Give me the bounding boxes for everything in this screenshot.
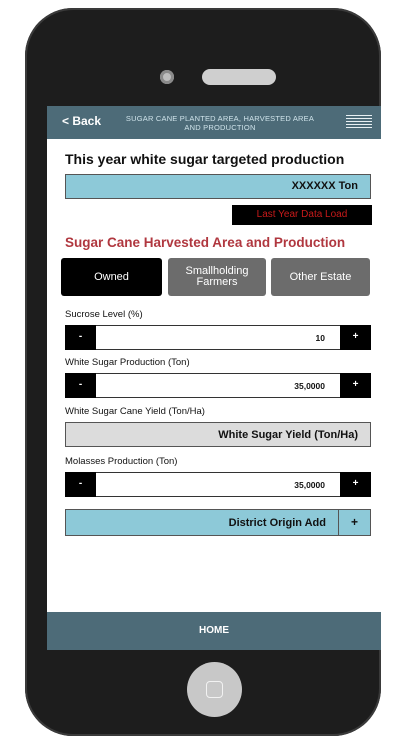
district-origin-add-button[interactable]: + [339, 510, 370, 535]
tab-smallholding-farmers[interactable]: Smallholding Farmers [168, 258, 266, 296]
white-sugar-yield-value: White Sugar Yield (Ton/Ha) [218, 429, 358, 441]
molasses-label: Molasses Production (Ton) [65, 456, 178, 467]
white-sugar-production-label: White Sugar Production (Ton) [65, 357, 190, 368]
white-sugar-production-stepper[interactable]: - 35,0000 + [65, 373, 371, 398]
section-title: Sugar Cane Harvested Area and Production [65, 235, 346, 250]
page-title: SUGAR CANE PLANTED AREA, HARVESTED AREA … [125, 114, 315, 132]
top-bar: < Back SUGAR CANE PLANTED AREA, HARVESTE… [47, 106, 381, 139]
white-sugar-yield-field[interactable]: White Sugar Yield (Ton/Ha) [65, 422, 371, 447]
app-screen: < Back SUGAR CANE PLANTED AREA, HARVESTE… [47, 106, 381, 650]
home-label: HOME [199, 625, 229, 636]
white-sugar-yield-label: White Sugar Cane Yield (Ton/Ha) [65, 406, 205, 417]
sucrose-increment-button[interactable]: + [340, 325, 371, 350]
sucrose-label: Sucrose Level (%) [65, 309, 143, 320]
sucrose-stepper[interactable]: - 10 + [65, 325, 371, 350]
speaker-grille [202, 69, 276, 85]
target-production-value: XXXXXX Ton [291, 180, 358, 192]
home-square-icon [206, 681, 223, 698]
district-origin-label: District Origin Add [228, 517, 326, 529]
molasses-value: 35,0000 [294, 480, 325, 490]
target-production-field[interactable]: XXXXXX Ton [65, 174, 371, 199]
white-sugar-production-decrement-button[interactable]: - [65, 373, 96, 398]
home-bar[interactable]: HOME [47, 612, 381, 650]
sucrose-value: 10 [315, 333, 325, 343]
molasses-increment-button[interactable]: + [340, 472, 371, 497]
camera-icon [160, 70, 174, 84]
molasses-stepper[interactable]: - 35,0000 + [65, 472, 371, 497]
tab-other-estate[interactable]: Other Estate [271, 258, 370, 296]
last-year-data-load-button[interactable]: Last Year Data Load [232, 205, 372, 225]
tab-owned[interactable]: Owned [61, 258, 162, 296]
target-production-title: This year white sugar targeted productio… [65, 151, 345, 167]
back-button[interactable]: < Back [62, 114, 101, 128]
white-sugar-production-increment-button[interactable]: + [340, 373, 371, 398]
molasses-decrement-button[interactable]: - [65, 472, 96, 497]
district-origin-row: District Origin Add + [65, 509, 371, 536]
white-sugar-production-value: 35,0000 [294, 381, 325, 391]
hamburger-menu-icon[interactable] [346, 115, 372, 130]
sucrose-decrement-button[interactable]: - [65, 325, 96, 350]
phone-home-button[interactable] [187, 662, 242, 717]
